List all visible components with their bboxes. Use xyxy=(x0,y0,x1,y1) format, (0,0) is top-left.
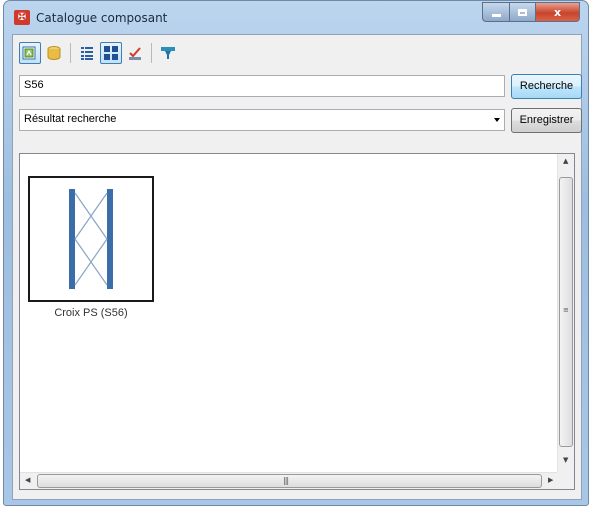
horizontal-scrollbar[interactable]: ◀ ||| ▶ xyxy=(20,472,558,489)
toolbar-separator xyxy=(70,43,71,63)
dropdown-arrow-icon[interactable] xyxy=(494,118,500,122)
result-dropdown[interactable]: Résultat recherche xyxy=(19,109,505,131)
minimize-icon xyxy=(491,14,501,17)
database-button[interactable] xyxy=(43,42,65,64)
cross-bracing-frame-icon xyxy=(69,189,113,289)
vertical-scroll-thumb[interactable]: ≡ xyxy=(559,177,573,447)
scroll-up-icon[interactable]: ▲ xyxy=(563,157,568,165)
search-button[interactable]: Recherche xyxy=(511,74,582,99)
list-view-icon xyxy=(81,47,93,60)
scroll-left-icon[interactable]: ◀ xyxy=(25,476,30,484)
filter-button[interactable] xyxy=(157,42,179,64)
toolbar xyxy=(19,40,181,66)
window-title: Catalogue composant xyxy=(36,11,168,25)
result-item[interactable]: Croix PS (S56) xyxy=(28,176,154,319)
title-bar[interactable]: ✠ Catalogue composant x xyxy=(4,1,588,35)
minimize-button[interactable] xyxy=(482,2,510,22)
maximize-icon xyxy=(518,8,527,16)
spell-check-icon xyxy=(129,47,141,60)
horizontal-scroll-thumb[interactable]: ||| xyxy=(37,474,542,488)
filter-icon xyxy=(161,47,175,59)
catalogue-window: ✠ Catalogue composant x S56 Recherche Ré… xyxy=(3,0,589,506)
database-icon xyxy=(47,46,61,60)
close-button[interactable]: x xyxy=(536,2,580,22)
vertical-scrollbar[interactable]: ▲ ≡ ▼ xyxy=(557,154,574,472)
scroll-right-icon[interactable]: ▶ xyxy=(548,476,553,484)
scroll-grip-icon: ≡ xyxy=(563,306,569,314)
window-controls: x xyxy=(482,2,580,24)
library-button[interactable] xyxy=(19,42,41,64)
app-icon[interactable]: ✠ xyxy=(14,10,30,25)
icon-view-button[interactable] xyxy=(100,42,122,64)
search-input[interactable]: S56 xyxy=(19,75,505,97)
results-panel: Croix PS (S56) ▲ ≡ ▼ ◀ ||| ▶ xyxy=(19,153,575,490)
scroll-down-icon[interactable]: ▼ xyxy=(563,456,568,464)
spell-check-button[interactable] xyxy=(124,42,146,64)
maximize-button[interactable] xyxy=(510,2,536,22)
result-dropdown-value: Résultat recherche xyxy=(24,113,117,125)
client-area: S56 Recherche Résultat recherche Enregis… xyxy=(12,34,582,500)
scrollbar-corner xyxy=(557,472,574,489)
scroll-grip-icon: ||| xyxy=(283,476,289,485)
library-icon xyxy=(22,46,36,60)
icon-view-icon xyxy=(104,46,118,60)
save-button[interactable]: Enregistrer xyxy=(511,108,582,133)
close-icon: x xyxy=(553,5,562,19)
item-label: Croix PS (S56) xyxy=(54,307,128,319)
toolbar-separator xyxy=(151,43,152,63)
item-thumbnail[interactable] xyxy=(28,176,154,302)
list-view-button[interactable] xyxy=(76,42,98,64)
